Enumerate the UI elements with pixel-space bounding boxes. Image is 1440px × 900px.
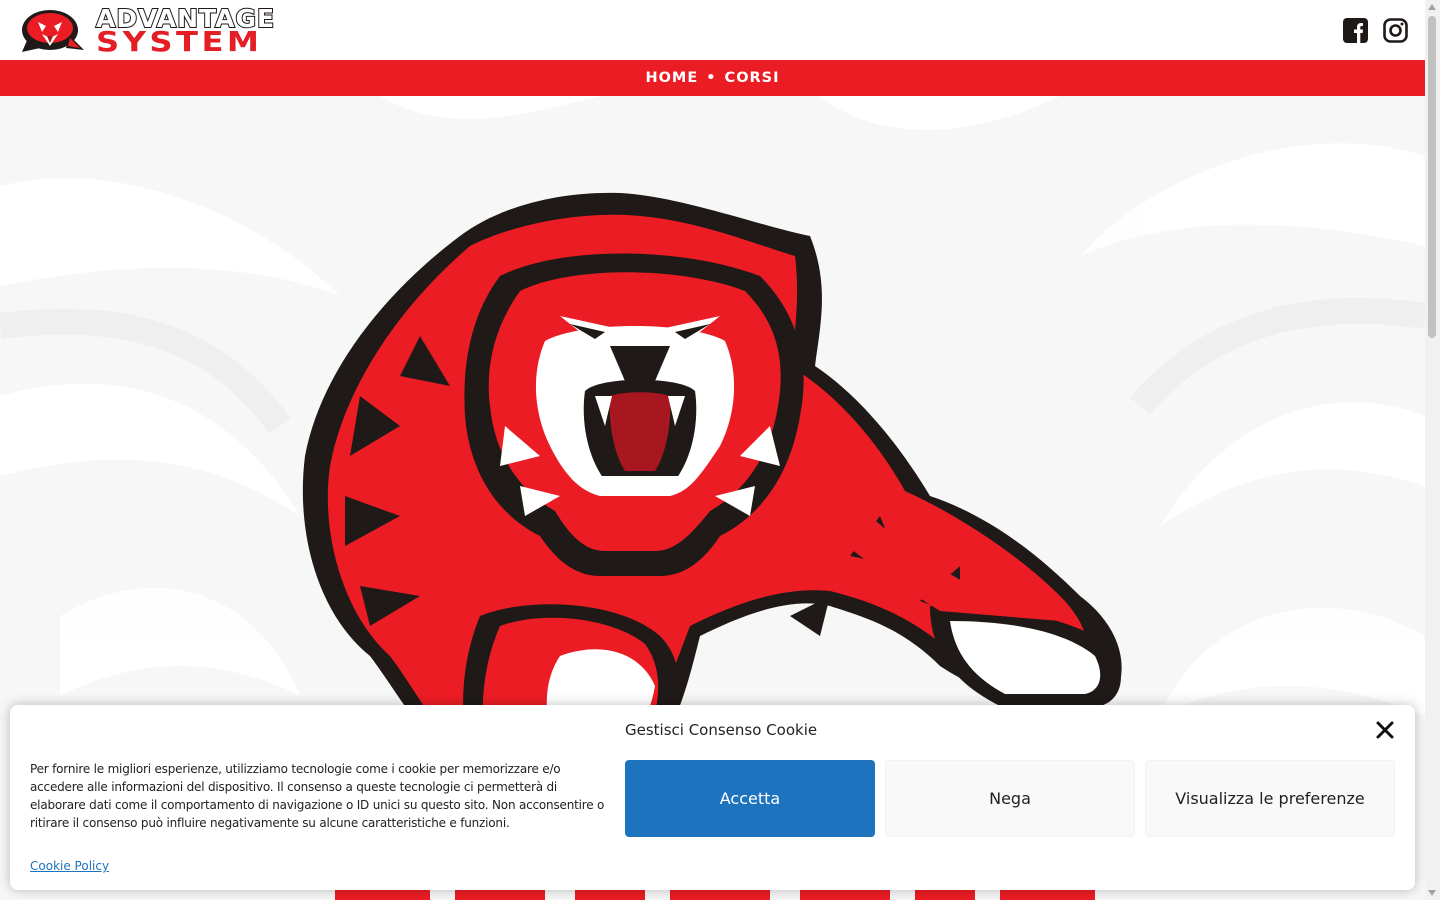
brand-wordmark: ADVANTAGE SYSTEM — [95, 5, 275, 55]
cookie-consent-banner: Gestisci Consenso Cookie Per fornire le … — [10, 705, 1415, 890]
nav-item-corsi[interactable]: CORSI — [725, 70, 780, 86]
scroll-up-arrow-icon[interactable] — [1428, 4, 1436, 10]
view-preferences-button[interactable]: Visualizza le preferenze — [1145, 760, 1395, 837]
instagram-icon — [1383, 18, 1408, 43]
close-icon[interactable] — [1376, 721, 1394, 739]
cookie-banner-title: Gestisci Consenso Cookie — [625, 721, 818, 739]
cookie-policy-link[interactable]: Cookie Policy — [30, 859, 109, 873]
site-logo[interactable]: ADVANTAGE SYSTEM — [20, 5, 320, 56]
instagram-link[interactable] — [1383, 18, 1408, 43]
scrollbar-thumb[interactable] — [1428, 16, 1436, 338]
nav-item-home[interactable]: HOME — [645, 70, 698, 86]
nav-separator: • — [706, 70, 717, 86]
main-nav: HOME • CORSI — [0, 60, 1425, 96]
accept-button[interactable]: Accetta — [625, 760, 875, 837]
facebook-icon — [1343, 18, 1368, 43]
facebook-link[interactable] — [1343, 18, 1368, 43]
brand-line-2: SYSTEM — [96, 24, 263, 58]
scroll-down-arrow-icon[interactable] — [1428, 890, 1436, 896]
site-header: ADVANTAGE SYSTEM — [0, 0, 1425, 60]
page-scrollbar[interactable] — [1425, 0, 1440, 900]
cookie-banner-text: Per fornire le migliori esperienze, util… — [30, 762, 605, 830]
tiger-logo-icon — [22, 10, 84, 52]
deny-button[interactable]: Nega — [885, 760, 1135, 837]
